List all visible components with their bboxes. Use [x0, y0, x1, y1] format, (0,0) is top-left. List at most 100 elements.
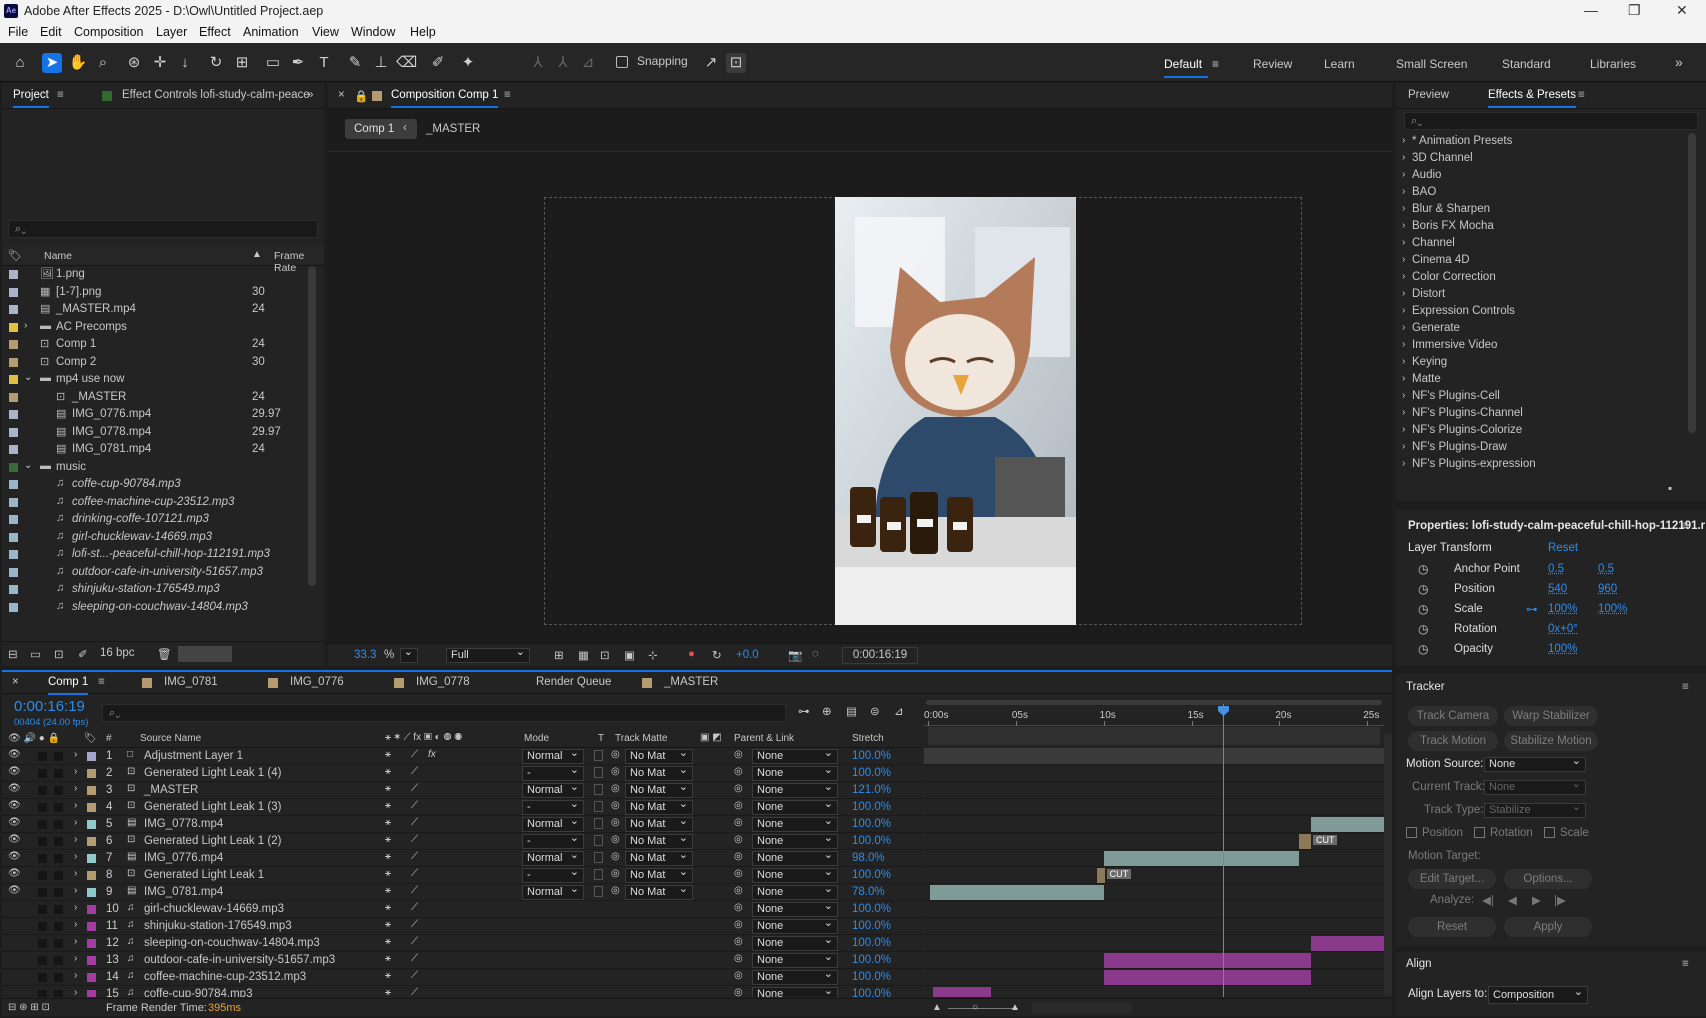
shy-switch-icon[interactable]: ⚹ [385, 766, 391, 777]
playhead[interactable] [1223, 704, 1224, 997]
label-color-chip[interactable] [9, 358, 18, 367]
label-color-chip[interactable] [9, 410, 18, 419]
visibility-eye-icon[interactable]: 👁 [8, 749, 21, 760]
quality-switch-icon[interactable]: ⟋ [411, 936, 418, 947]
align-menu-icon[interactable]: ≡ [1682, 958, 1689, 970]
close-tab-icon[interactable]: × [12, 676, 19, 688]
label-color-chip[interactable] [9, 550, 18, 559]
effects-category[interactable]: › Audio [1396, 167, 1686, 184]
motion-source-dropdown[interactable]: None [1484, 757, 1586, 772]
label-color-chip[interactable] [9, 585, 18, 594]
chevron-right-icon[interactable]: › [1402, 220, 1405, 231]
solo-switch[interactable] [38, 752, 47, 761]
new-folder-icon[interactable]: ▭ [30, 647, 41, 661]
menu-help[interactable]: Help [410, 25, 436, 39]
layer-label-chip[interactable] [87, 769, 96, 778]
chevron-right-icon[interactable]: › [1402, 288, 1405, 299]
layer-name[interactable]: sleeping-on-couchwav-14804.mp3 [144, 937, 320, 949]
effects-category[interactable]: › Immersive Video [1396, 337, 1686, 354]
track-matte-dropdown[interactable]: No Mat [625, 868, 693, 883]
tab-project[interactable]: Project [13, 89, 49, 101]
stretch-value[interactable]: 100.0% [852, 937, 891, 949]
solo-switch[interactable] [38, 837, 47, 846]
project-tab-menu-icon[interactable]: ≡ [57, 89, 64, 101]
layer-row[interactable]: 👁›6⊡Generated Light Leak 1 (2)⚹⟋-◎No Mat… [2, 833, 922, 850]
workspace-libraries[interactable]: Libraries [1590, 57, 1636, 71]
parent-dropdown[interactable]: None [752, 851, 838, 866]
label-color-chip[interactable] [9, 305, 18, 314]
preserve-transparency-checkbox[interactable] [594, 818, 603, 829]
lock-switch[interactable] [54, 939, 63, 948]
analyze-forward-all-icon[interactable]: |▶ [1554, 893, 1566, 907]
lock-switch[interactable] [54, 871, 63, 880]
expand-layer-icon[interactable]: › [74, 868, 77, 879]
layer-row[interactable]: › 12 ♫ sleeping-on-couchwav-14804.mp3 ⚹ ⟋ ◎ Non… [2, 935, 922, 952]
layer-clip-bar[interactable] [1311, 936, 1384, 951]
zoom-value[interactable]: 33.3 [354, 649, 376, 661]
layer-label-chip[interactable] [87, 752, 96, 761]
comp-tab-menu-icon[interactable]: ≡ [504, 89, 511, 101]
zoom-in-icon[interactable]: ▲ [1010, 1002, 1020, 1013]
stretch-value[interactable]: 100.0% [852, 971, 891, 983]
effects-category[interactable]: › Boris FX Mocha [1396, 218, 1686, 235]
solo-switch[interactable] [38, 871, 47, 880]
lock-switch[interactable] [54, 956, 63, 965]
layer-row[interactable]: › 15 ♫ coffe-cup-90784.mp3 ⚹ ⟋ ◎ None 100.0% [2, 986, 922, 997]
anchor-tool-icon[interactable]: ⊞ [232, 53, 252, 73]
stretch-value[interactable]: 98.0% [852, 852, 885, 864]
rotate-tool-icon[interactable]: ↻ [206, 53, 226, 73]
effects-search-input[interactable]: ⌕⌄ [1404, 112, 1698, 130]
comp-viewer-image[interactable] [835, 197, 1076, 625]
quality-switch-icon[interactable]: ⟋ [411, 919, 418, 930]
snap-features-icon[interactable]: ⊡ [726, 53, 746, 73]
parent-dropdown[interactable]: None [752, 868, 838, 883]
parent-dropdown[interactable]: None [752, 800, 838, 815]
column-source-name[interactable]: Source Name [140, 733, 201, 744]
parent-dropdown[interactable]: None [752, 936, 838, 951]
lock-switch[interactable] [54, 820, 63, 829]
layer-name[interactable]: Generated Light Leak 1 [144, 869, 264, 881]
chevron-right-icon[interactable]: › [1402, 339, 1405, 350]
parent-pickwhip-icon[interactable]: ◎ [734, 987, 743, 997]
track-matte-dropdown[interactable]: No Mat [625, 834, 693, 849]
footer-toggle-icons[interactable]: ⊟ ⊛ ⊞ ⊡ [8, 1002, 50, 1013]
label-color-chip[interactable] [9, 375, 18, 384]
chevron-right-icon[interactable]: › [1402, 152, 1405, 163]
column-name[interactable]: Name [44, 250, 72, 262]
parent-dropdown[interactable]: None [752, 953, 838, 968]
shy-switch-icon[interactable]: ⚹ [385, 936, 391, 947]
layer-row[interactable]: 👁›9▤IMG_0781.mp4⚹⟋Normal◎No Mat◎None78.0… [2, 884, 922, 901]
maximize-icon[interactable]: ❐ [1628, 2, 1641, 19]
transform-reset-button[interactable]: Reset [1548, 542, 1578, 554]
zoom-tool-icon[interactable]: ⌕ [93, 53, 113, 73]
eraser-tool-icon[interactable]: ⌫ [396, 53, 416, 73]
pen-tool-icon[interactable]: ✒ [288, 53, 308, 73]
blend-mode-dropdown[interactable]: - [522, 868, 584, 883]
stretch-value[interactable]: 100.0% [852, 988, 891, 997]
effects-category[interactable]: › NF's Plugins-Channel [1396, 405, 1686, 422]
stretch-value[interactable]: 100.0% [852, 835, 891, 847]
selection-tool-icon[interactable]: ➤ [42, 53, 62, 73]
workspace-standard[interactable]: Standard [1502, 57, 1551, 71]
shy-switch-icon[interactable]: ⚹ [385, 902, 391, 913]
blend-mode-dropdown[interactable]: Normal [522, 817, 584, 832]
quality-switch-icon[interactable]: ⟋ [411, 834, 418, 845]
quality-switch-icon[interactable]: ⟋ [411, 749, 418, 760]
pan-camera-icon[interactable]: ✛ [150, 53, 170, 73]
effects-category[interactable]: › BAO [1396, 184, 1686, 201]
brush-tool-icon[interactable]: ✎ [345, 53, 365, 73]
sort-ascending-icon[interactable]: ▲ [252, 249, 262, 260]
matte-pickwhip-icon[interactable]: ◎ [611, 783, 620, 794]
layer-clip-bar[interactable] [1104, 953, 1311, 968]
layer-label-chip[interactable] [87, 837, 96, 846]
axis-local-icon[interactable]: ⅄ [528, 53, 548, 73]
layer-label-chip[interactable] [87, 820, 96, 829]
visibility-eye-icon[interactable]: 👁 [8, 766, 21, 777]
parent-pickwhip-icon[interactable]: ◎ [734, 885, 743, 896]
label-color-chip[interactable] [9, 270, 18, 279]
effects-category[interactable]: › Channel [1396, 235, 1686, 252]
effects-category[interactable]: › * Animation Presets [1396, 133, 1686, 150]
tab-comp-1[interactable]: Comp 1 [48, 676, 88, 688]
matte-pickwhip-icon[interactable]: ◎ [611, 851, 620, 862]
time-navigator[interactable] [1032, 1003, 1132, 1013]
